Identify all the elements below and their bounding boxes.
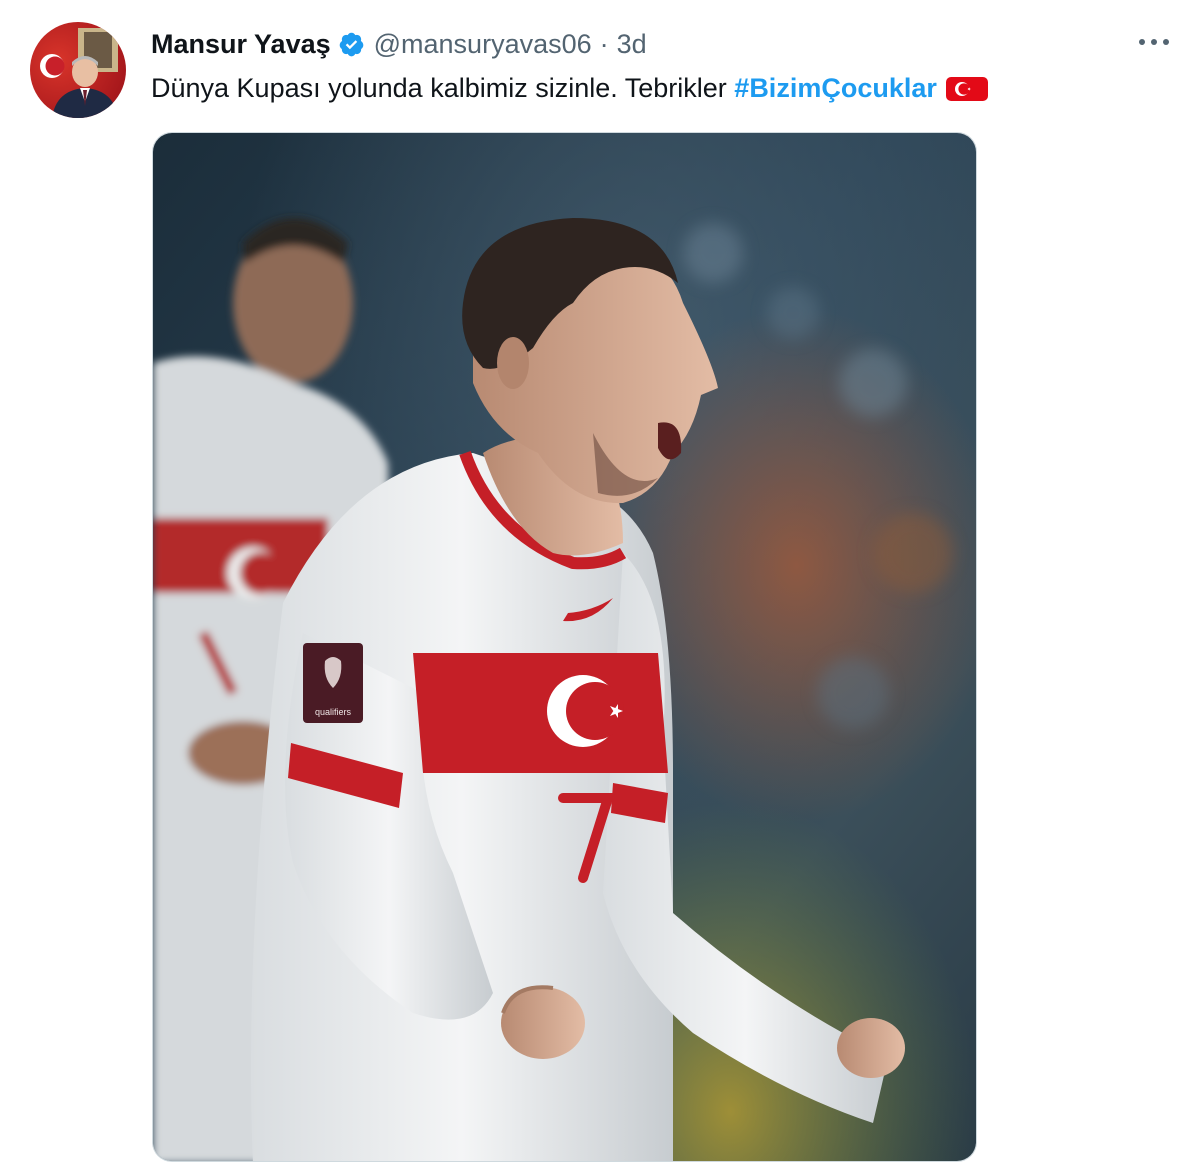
football-player-celebration-photo: qualifiers [153, 133, 976, 1161]
display-name[interactable]: Mansur Yavaş [151, 29, 331, 60]
tweet-header: Mansur Yavaş @mansuryavas06 · 3d [151, 27, 647, 61]
more-dot [1163, 39, 1169, 45]
tweet-photo[interactable]: qualifiers [152, 132, 977, 1162]
turkey-flag-icon [945, 75, 989, 101]
verified-badge-icon [338, 31, 365, 58]
qualifiers-badge-text: qualifiers [315, 707, 352, 717]
tweet-text: Dünya Kupası yolunda kalbimiz sizinle. T… [151, 70, 989, 106]
more-dot [1139, 39, 1145, 45]
tweet-card[interactable]: Mansur Yavaş @mansuryavas06 · 3d Dünya K… [0, 0, 1200, 1173]
profile-avatar[interactable] [30, 22, 126, 118]
tweet-body: Dünya Kupası yolunda kalbimiz sizinle. T… [151, 73, 735, 103]
header-separator: · [599, 28, 609, 59]
more-options-icon[interactable] [1136, 26, 1172, 58]
tweet-timestamp[interactable]: 3d [617, 29, 647, 60]
user-handle[interactable]: @mansuryavas06 [374, 29, 592, 60]
hashtag-link[interactable]: #BizimÇocuklar [734, 70, 937, 106]
more-dot [1151, 39, 1157, 45]
